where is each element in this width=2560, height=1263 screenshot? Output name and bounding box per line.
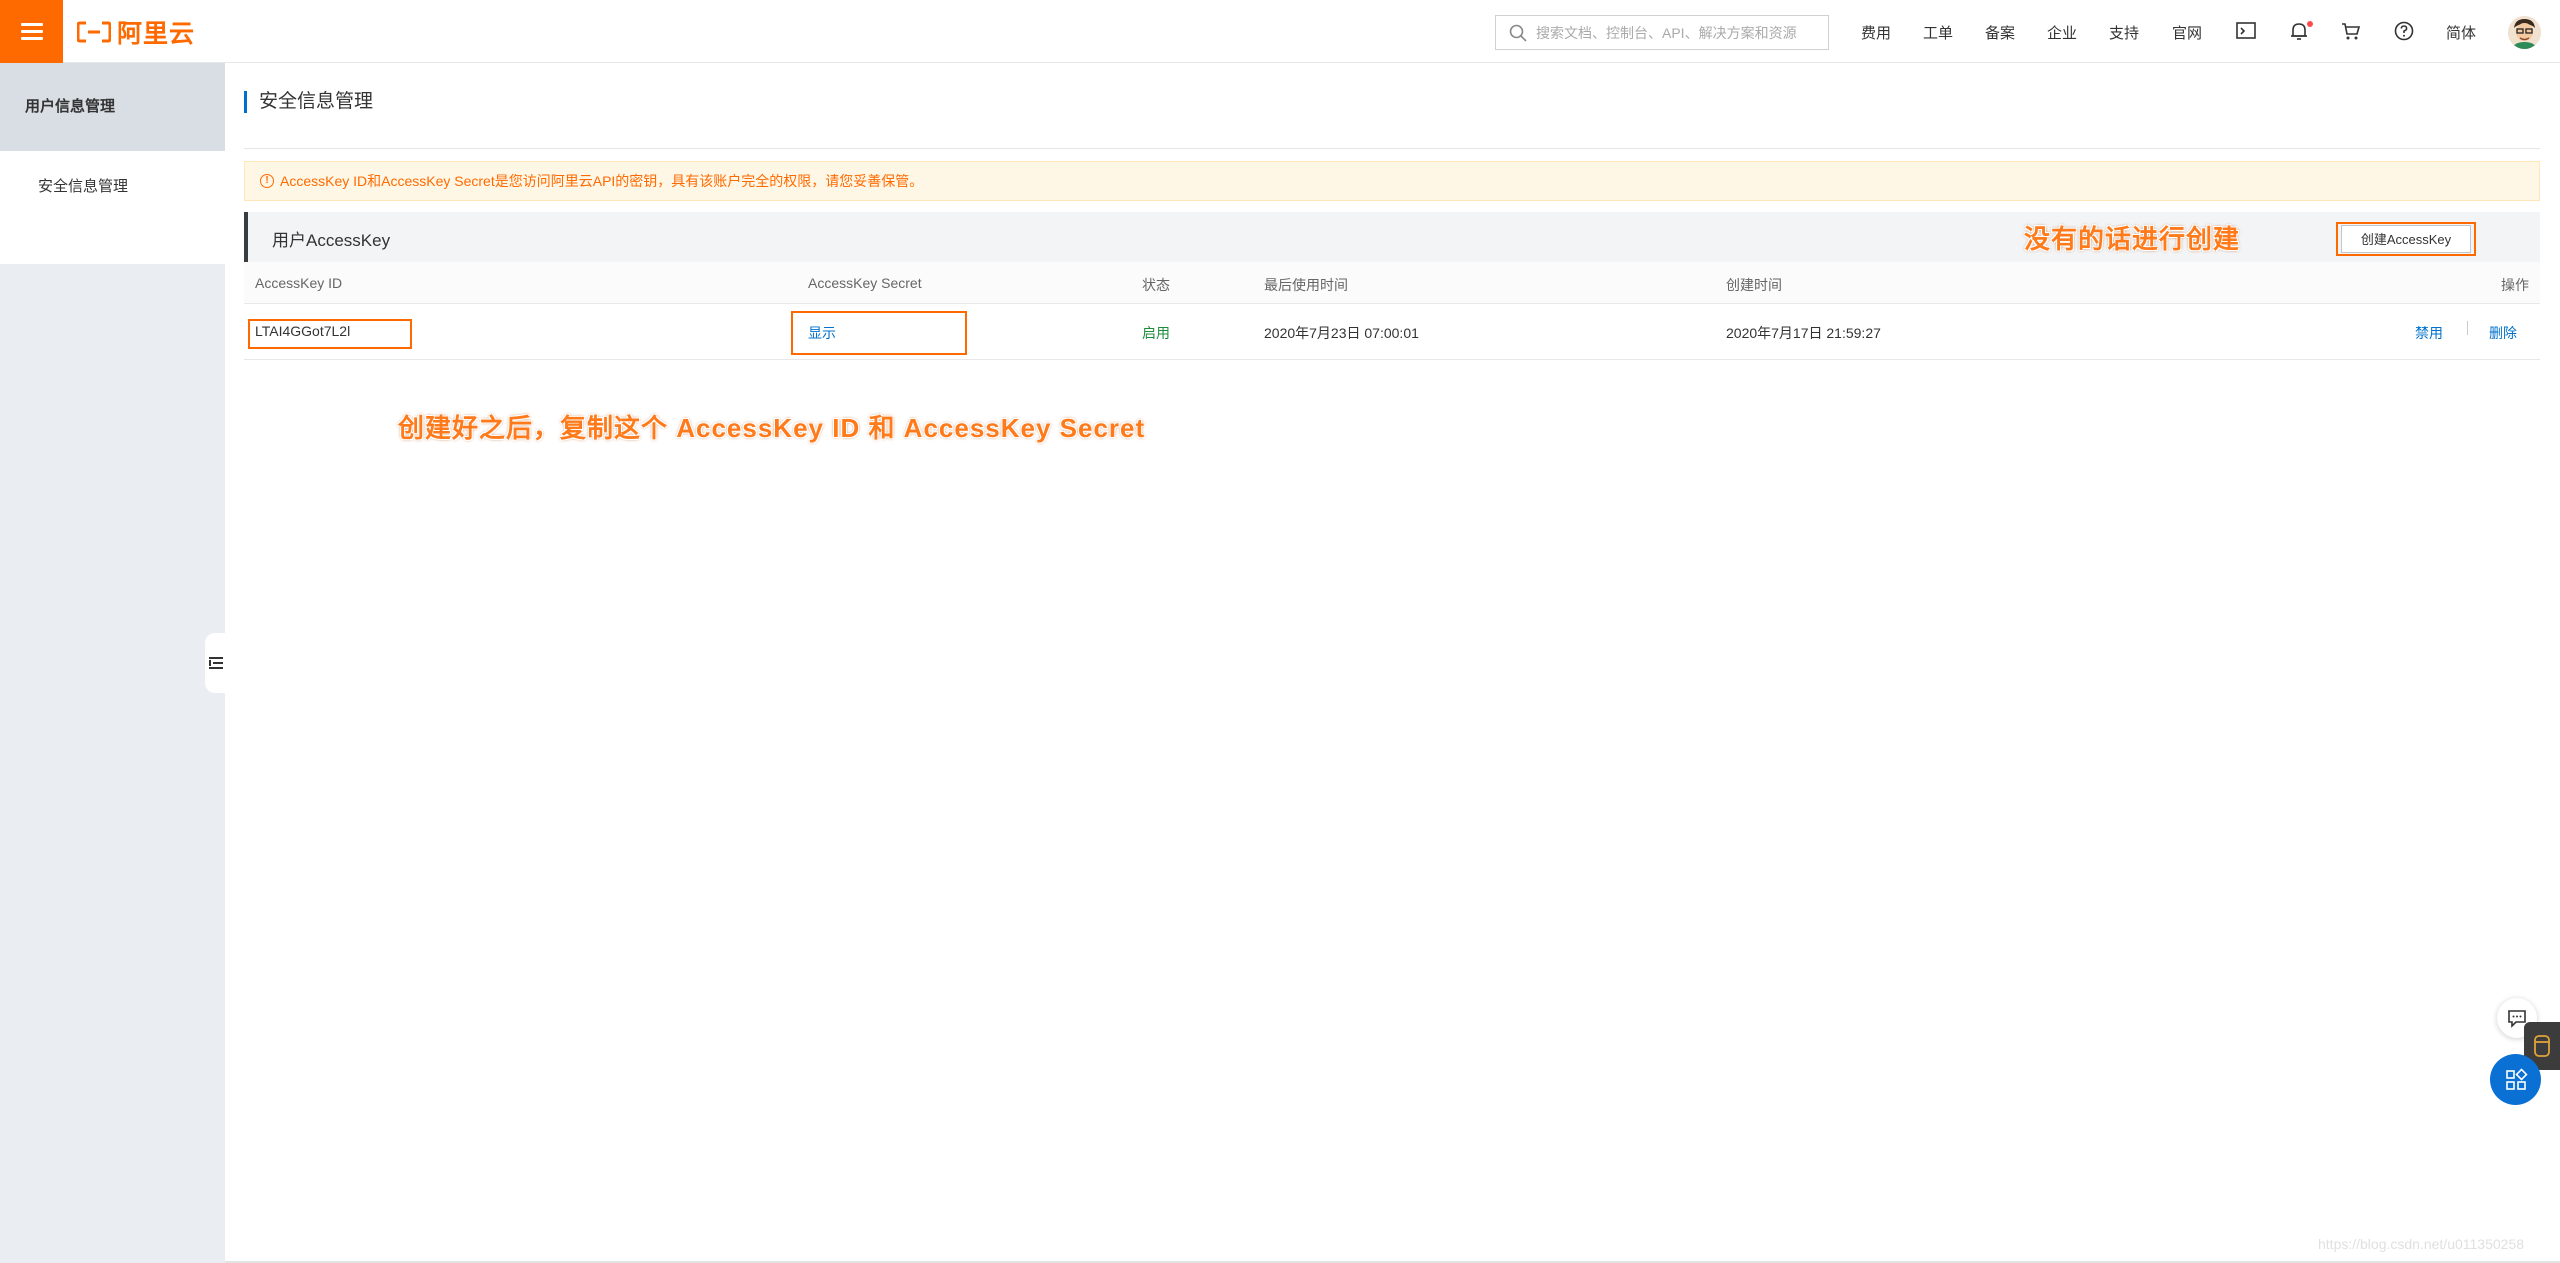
sidebar: 用户信息管理 安全信息管理 xyxy=(0,63,225,1263)
nav-enterprise[interactable]: 企业 xyxy=(2047,22,2077,43)
watermark: https://blog.csdn.net/u011350258 xyxy=(2318,1236,2525,1252)
user-avatar[interactable] xyxy=(2508,16,2541,49)
collapse-icon xyxy=(209,657,223,669)
divider xyxy=(244,148,2540,149)
cart-icon[interactable] xyxy=(2340,20,2362,42)
column-header-status: 状态 xyxy=(1142,277,1170,293)
alert-text: AccessKey ID和AccessKey Secret是您访问阿里云API的… xyxy=(280,173,924,189)
panel-title: 用户AccessKey xyxy=(272,231,391,250)
nav-tickets[interactable]: 工单 xyxy=(1923,22,1953,43)
security-alert: ! AccessKey ID和AccessKey Secret是您访问阿里云AP… xyxy=(244,161,2540,201)
sidebar-collapse-handle[interactable] xyxy=(205,633,227,693)
highlight-box-secret xyxy=(791,311,967,355)
column-header-last-used: 最后使用时间 xyxy=(1264,277,1348,293)
column-header-id: AccessKey ID xyxy=(255,275,343,291)
terminal-icon[interactable] xyxy=(2235,20,2257,42)
action-separator xyxy=(2467,321,2468,335)
nav-icp[interactable]: 备案 xyxy=(1985,22,2015,43)
sidebar-item-label: 安全信息管理 xyxy=(38,178,129,195)
table-row: LTAI4GGot7L2l 显示 启用 2020年7月23日 07:00:01 … xyxy=(244,304,2540,360)
language-switch[interactable]: 简体 xyxy=(2446,22,2476,43)
search-icon xyxy=(1509,24,1527,42)
cup-icon xyxy=(2534,1035,2550,1057)
avatar-icon xyxy=(2508,16,2541,49)
disable-link[interactable]: 禁用 xyxy=(2415,323,2443,343)
status-badge: 启用 xyxy=(1142,325,1170,341)
column-header-created: 创建时间 xyxy=(1726,277,1782,293)
grid-icon xyxy=(2505,1067,2528,1090)
search-box[interactable] xyxy=(1495,15,1829,50)
column-header-actions: 操作 xyxy=(2501,277,2529,293)
sidebar-item-security[interactable]: 安全信息管理 xyxy=(0,151,225,264)
logo-text: 阿里云 xyxy=(117,20,196,48)
table-header: AccessKey ID AccessKey Secret 状态 最后使用时间 … xyxy=(244,262,2540,304)
delete-link[interactable]: 删除 xyxy=(2489,323,2517,343)
column-header-secret: AccessKey Secret xyxy=(808,275,922,291)
last-used-time: 2020年7月23日 07:00:01 xyxy=(1264,325,1419,341)
notification-dot xyxy=(2307,21,2313,27)
aliyun-logo[interactable]: 阿里云 xyxy=(77,16,195,48)
nav-support[interactable]: 支持 xyxy=(2109,22,2139,43)
nav-official-site[interactable]: 官网 xyxy=(2172,22,2202,43)
annotation-create-hint: 没有的话进行创建 xyxy=(2024,224,2241,254)
hamburger-icon xyxy=(20,22,43,41)
search-input[interactable] xyxy=(1534,23,1828,42)
highlight-box-create xyxy=(2336,222,2476,256)
warning-icon: ! xyxy=(260,174,274,188)
aliyun-logo-icon xyxy=(77,21,111,43)
apps-button[interactable] xyxy=(2490,1054,2541,1105)
top-navbar: 阿里云 费用 工单 备案 企业 支持 官网 简体 xyxy=(0,0,2560,63)
help-icon[interactable] xyxy=(2393,20,2415,42)
menu-toggle-button[interactable] xyxy=(0,0,63,63)
nav-fees[interactable]: 费用 xyxy=(1861,22,1891,43)
highlight-box-id xyxy=(248,319,412,349)
annotation-copy-hint: 创建好之后，复制这个 AccessKey ID 和 AccessKey Secr… xyxy=(398,413,1146,443)
created-time: 2020年7月17日 21:59:27 xyxy=(1726,325,1881,341)
sidebar-title: 用户信息管理 xyxy=(0,63,225,151)
page-title: 安全信息管理 xyxy=(244,91,373,113)
